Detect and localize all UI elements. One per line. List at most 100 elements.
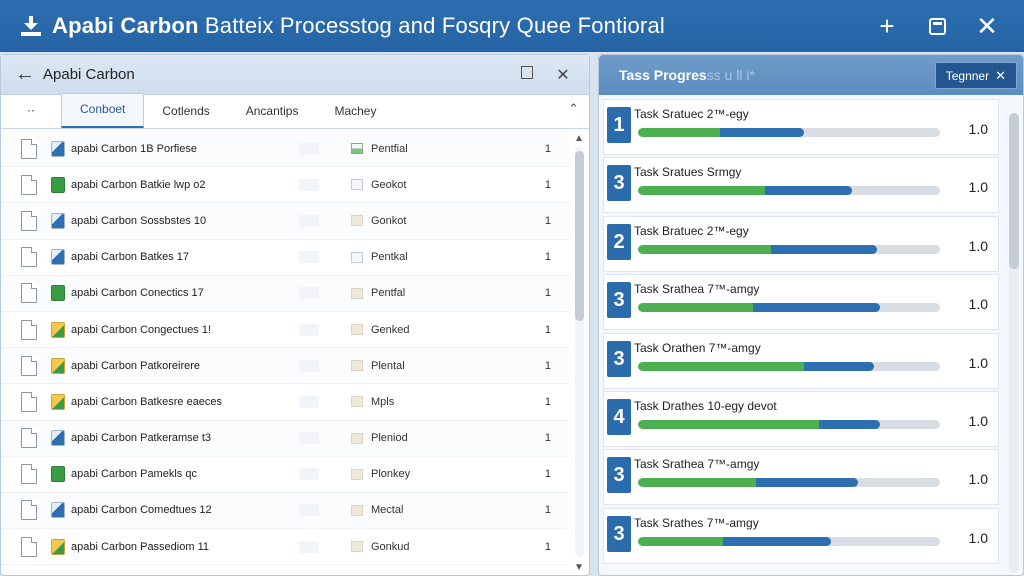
back-arrow-icon: ← <box>15 63 35 85</box>
file-thumbnail <box>299 251 319 264</box>
file-type-icon <box>51 393 65 410</box>
file-status: Geokot <box>371 178 407 191</box>
file-thumbnail <box>299 432 319 445</box>
file-count: 1 <box>544 142 551 155</box>
task-progress-bar <box>638 186 940 196</box>
back-button[interactable]: ← <box>7 63 43 86</box>
file-panel: ← Apabi Carbon ✕ ⋅⋅ Conboet Cotlends Anc… <box>0 54 590 576</box>
document-icon <box>21 536 37 557</box>
app-title: Apabi Carbon Batteix Processtog and Fosq… <box>52 13 665 39</box>
tab-ancantips[interactable]: Ancantips <box>228 104 317 128</box>
file-row[interactable]: apabi Carbon Batkes 17 Pentkal 1 <box>1 240 569 276</box>
task-progress-panel: Tass Progresss u ll i* Tegnner ✕ 1 Task Sr… <box>598 54 1024 576</box>
file-row[interactable]: apabi Carbon Sossbstes 10 Gonkot 1 <box>1 203 569 240</box>
task-list-scrollbar[interactable] <box>1007 113 1021 573</box>
restore-button[interactable] <box>912 0 962 52</box>
file-row[interactable]: apabi Carbon 1B Porfiese Pentfial 1 <box>1 131 569 168</box>
add-button[interactable]: + <box>862 0 912 52</box>
task-card[interactable]: 3 Task Srathea 7™-amgy 1.0 <box>603 274 999 331</box>
file-name: apabi Carbon Passediom 11 <box>71 540 209 553</box>
tegnner-button[interactable]: Tegnner ✕ <box>934 62 1017 89</box>
tab-more-button[interactable]: ⋅⋅ <box>1 104 61 128</box>
task-value: 1.0 <box>968 179 988 196</box>
maximize-icon <box>521 66 533 79</box>
task-label: Task Bratuec 2™-egy <box>634 223 749 238</box>
file-count: 1 <box>544 395 551 408</box>
task-value: 1.0 <box>968 121 988 137</box>
file-row[interactable]: apabi Carbon Batkesre eaeces Mpls 1 <box>1 384 569 421</box>
task-card[interactable]: 3 Task Sratues Srmgy 1.0 <box>603 157 999 214</box>
tab-cotlends[interactable]: Cotlends <box>144 104 227 128</box>
file-thumbnail <box>299 178 319 191</box>
task-number-badge: 3 <box>607 515 631 552</box>
task-value: 1.0 <box>968 237 988 254</box>
plus-icon: + <box>879 10 895 41</box>
file-count: 1 <box>544 504 551 517</box>
task-card[interactable]: 4 Task Drathes 10-egy devot 1.0 <box>603 390 999 447</box>
file-row[interactable]: apabi Carbon Passediom 11 Gonkud 1 <box>1 529 569 566</box>
task-number-badge: 3 <box>607 165 631 202</box>
task-card[interactable]: 1 Task Sratuec 2™-egy 1.0 <box>603 99 999 155</box>
task-value: 1.0 <box>968 296 988 313</box>
file-count: 1 <box>544 468 551 481</box>
close-icon: ✕ <box>995 67 1006 83</box>
tab-bar: ⋅⋅ Conboet Cotlends Ancantips Machey ⌃ <box>1 93 589 129</box>
file-thumbnail <box>299 359 319 372</box>
status-icon <box>351 143 363 155</box>
file-list-scrollbar[interactable]: ▲ ▼ <box>573 133 585 573</box>
task-card[interactable]: 3 Task Srathea 7™-amgy 1.0 <box>603 449 999 506</box>
task-progress-title-faded: ss u ll i* <box>706 67 755 83</box>
scrollbar-thumb[interactable] <box>1009 113 1019 269</box>
file-status: Plonkey <box>371 468 411 481</box>
file-status: Gonkud <box>371 540 410 553</box>
file-thumbnail <box>299 468 319 481</box>
task-card[interactable]: 3 Task Srathes 7™-amgy 1.0 <box>603 507 999 564</box>
file-count: 1 <box>544 432 551 445</box>
document-icon <box>21 174 37 195</box>
task-progress-title-main: Tass Progres <box>619 67 707 83</box>
file-row[interactable]: apabi Carbon Patkeramse t3 Pleniod 1 <box>1 420 569 457</box>
file-name: apabi Carbon Comedtues 12 <box>71 504 212 517</box>
file-row[interactable]: apabi Carbon Conectics 17 Pentfal 1 <box>1 275 569 312</box>
progress-fill-blue <box>719 128 805 137</box>
progress-fill-blue <box>819 419 880 429</box>
status-icon <box>351 251 363 263</box>
status-icon <box>351 541 363 553</box>
close-window-button[interactable]: ✕ <box>962 0 1012 52</box>
task-list: 1 Task Sratuec 2™-egy 1.0 3 Task Sratues Srm… <box>603 99 999 566</box>
file-name: apabi Carbon Batkesre eaeces <box>71 395 223 408</box>
file-count: 1 <box>544 540 551 553</box>
file-thumbnail <box>299 395 319 408</box>
file-row[interactable]: apabi Carbon Pamekls qc Plonkey 1 <box>1 457 569 493</box>
task-card[interactable]: 2 Task Bratuec 2™-egy 1.0 <box>603 215 999 272</box>
file-count: 1 <box>544 251 551 264</box>
collapse-caret-icon[interactable]: ⌃ <box>568 101 579 117</box>
scroll-up-icon[interactable]: ▲ <box>573 133 585 144</box>
title-bar: Apabi Carbon Batteix Processtog and Fosq… <box>0 0 1024 52</box>
tab-conboet[interactable]: Conboet <box>61 93 145 128</box>
scrollbar-thumb[interactable] <box>575 151 584 321</box>
file-row[interactable]: apabi Carbon Patkoreirere Plental 1 <box>1 348 569 385</box>
document-icon <box>21 464 37 485</box>
window-restore-icon <box>928 17 946 35</box>
scroll-down-icon[interactable]: ▼ <box>573 562 585 573</box>
task-number-badge: 3 <box>607 340 631 377</box>
status-icon <box>351 287 363 299</box>
download-icon <box>20 15 42 37</box>
file-row[interactable]: apabi Carbon Batkie lwp o2 Geokot 1 <box>1 167 569 204</box>
file-row[interactable]: apabi Carbon Comedtues 12 Mectal 1 <box>1 492 569 530</box>
file-status: Mectal <box>371 504 404 517</box>
tab-machey[interactable]: Machey <box>316 104 394 128</box>
file-thumbnail <box>299 142 319 155</box>
task-card[interactable]: 3 Task Orathen 7™-amgy 1.0 <box>603 332 999 389</box>
file-status: Gonkot <box>371 214 407 227</box>
document-icon <box>21 500 37 521</box>
maximize-panel-button[interactable] <box>509 66 545 84</box>
file-row[interactable]: apabi Carbon Congectues 1! Genked 1 <box>1 312 569 349</box>
file-thumbnail <box>299 504 319 517</box>
file-type-icon <box>51 176 65 193</box>
task-progress-bar <box>638 303 940 313</box>
file-count: 1 <box>544 214 551 227</box>
task-label: Task Srathes 7™-amgy <box>634 515 759 530</box>
close-panel-button[interactable]: ✕ <box>545 65 581 85</box>
